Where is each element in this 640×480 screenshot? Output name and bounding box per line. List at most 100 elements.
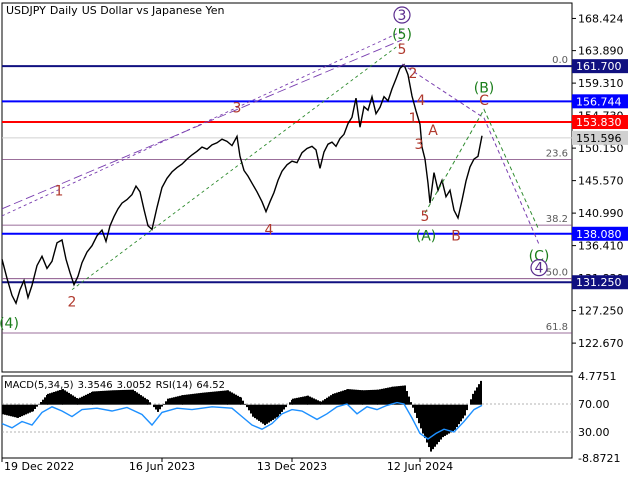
macd-histogram-bar xyxy=(218,391,220,405)
macd-histogram-bar xyxy=(231,392,233,405)
macd-histogram-bar xyxy=(163,403,165,405)
macd-histogram-bar xyxy=(92,391,94,405)
date-tick-label: 19 Dec 2022 xyxy=(4,460,74,473)
macd-histogram-bar xyxy=(474,390,476,405)
macd-histogram-bar xyxy=(328,396,330,405)
macd-histogram-bar xyxy=(458,404,460,425)
chart-canvas: 168.424163.890159.310154.730150.150145.5… xyxy=(0,2,628,473)
price-tick-label: 163.890 xyxy=(578,45,624,58)
macd-histogram-bar xyxy=(59,390,61,405)
wave-label: 4 xyxy=(417,93,426,109)
macd-value: 3.3546 xyxy=(77,380,113,391)
macd-histogram-bar xyxy=(424,404,426,439)
macd-histogram-bar xyxy=(387,387,389,405)
macd-histogram-bar xyxy=(87,393,89,405)
macd-histogram-bar xyxy=(408,396,410,405)
macd-histogram-bar xyxy=(309,396,311,405)
wave-label: 3 xyxy=(398,8,407,24)
macd-histogram-bar xyxy=(317,400,319,405)
macd-histogram-bar xyxy=(194,393,196,405)
indicator-tick-label: 30.00 xyxy=(578,426,610,439)
macd-histogram-bar xyxy=(138,393,140,405)
macd-histogram-bar xyxy=(147,399,149,405)
macd-histogram-bar xyxy=(153,404,155,408)
macd-histogram-bar xyxy=(472,393,474,405)
macd-histogram-bar xyxy=(322,400,324,405)
macd-histogram-bar xyxy=(47,393,49,405)
macd-histogram-bar xyxy=(155,404,157,410)
macd-histogram-bar xyxy=(8,404,10,416)
macd-histogram-bar xyxy=(222,390,224,405)
macd-histogram-bar xyxy=(140,395,142,405)
macd-histogram-bar xyxy=(315,399,317,405)
macd-histogram-bar xyxy=(192,393,194,405)
macd-label: MACD(5,34,5) xyxy=(4,380,74,391)
macd-histogram-bar xyxy=(202,392,204,405)
wave-label: (A) xyxy=(416,229,437,245)
macd-histogram-bar xyxy=(122,389,124,405)
macd-histogram-bar xyxy=(254,404,256,419)
macd-histogram-bar xyxy=(19,404,21,418)
macd-histogram-bar xyxy=(149,402,151,405)
macd-histogram-bar xyxy=(216,391,218,405)
macd-histogram-bar xyxy=(165,401,167,405)
macd-histogram-bar xyxy=(98,391,100,405)
macd-histogram-bar xyxy=(21,404,23,417)
macd-histogram-bar xyxy=(422,404,424,434)
macd-histogram-bar xyxy=(110,390,112,405)
macd-histogram-bar xyxy=(12,404,14,417)
date-tick-label: 16 Jun 2023 xyxy=(129,460,195,473)
macd-histogram-bar xyxy=(478,384,480,405)
macd-histogram-bar xyxy=(336,392,338,405)
fibonacci-level-label: 23.6 xyxy=(546,148,568,159)
macd-histogram-bar xyxy=(428,404,430,448)
fibonacci-level-label: 61.8 xyxy=(546,322,568,333)
wave-label: 1 xyxy=(55,183,64,199)
macd-histogram-bar xyxy=(264,404,266,426)
macd-histogram-bar xyxy=(142,396,144,405)
horizontal-level-value: 138.080 xyxy=(576,228,622,241)
macd-histogram-bar xyxy=(442,404,444,438)
wave-label: 3 xyxy=(415,137,424,153)
macd-histogram-bar xyxy=(208,392,210,405)
macd-histogram-bar xyxy=(432,404,434,450)
macd-histogram-bar xyxy=(130,389,132,405)
macd-histogram-bar xyxy=(212,391,214,405)
indicator-tick-label: 70.00 xyxy=(578,398,610,411)
macd-histogram-bar xyxy=(55,391,57,405)
macd-histogram-bar xyxy=(179,395,181,405)
macd-histogram-bar xyxy=(294,398,296,405)
macd-histogram-bar xyxy=(186,394,188,405)
macd-histogram-bar xyxy=(430,404,432,452)
macd-histogram-bar xyxy=(304,396,306,405)
macd-histogram-bar xyxy=(362,390,364,405)
macd-histogram-bar xyxy=(330,395,332,405)
macd-histogram-bar xyxy=(326,397,328,405)
macd-histogram-bar xyxy=(134,391,136,405)
macd-histogram-bar xyxy=(377,389,379,405)
macd-histogram-bar xyxy=(448,404,450,434)
macd-histogram-bar xyxy=(161,404,163,407)
macd-histogram-bar xyxy=(454,404,456,430)
macd-histogram-bar xyxy=(132,389,134,405)
wave-label: 2 xyxy=(68,295,77,311)
macd-histogram-bar xyxy=(116,390,118,405)
macd-histogram-bar xyxy=(418,404,420,424)
macd-histogram-bar xyxy=(233,393,235,405)
macd-histogram-bar xyxy=(438,404,440,442)
macd-histogram-bar xyxy=(182,395,184,405)
macd-histogram-bar xyxy=(40,402,42,405)
macd-histogram-bar xyxy=(23,404,25,416)
macd-histogram-bar xyxy=(79,397,81,405)
macd-histogram-bar xyxy=(444,404,446,436)
horizontal-level-value: 156.744 xyxy=(576,95,622,108)
macd-histogram-bar xyxy=(260,404,262,423)
macd-histogram-bar xyxy=(296,397,298,405)
macd-histogram-bar xyxy=(332,393,334,405)
macd-histogram-bar xyxy=(49,393,51,405)
macd-histogram-bar xyxy=(464,404,466,416)
macd-histogram-bar xyxy=(406,391,408,405)
macd-histogram-bar xyxy=(144,397,146,405)
macd-histogram-bar xyxy=(440,404,442,440)
macd-histogram-bar xyxy=(196,393,198,405)
